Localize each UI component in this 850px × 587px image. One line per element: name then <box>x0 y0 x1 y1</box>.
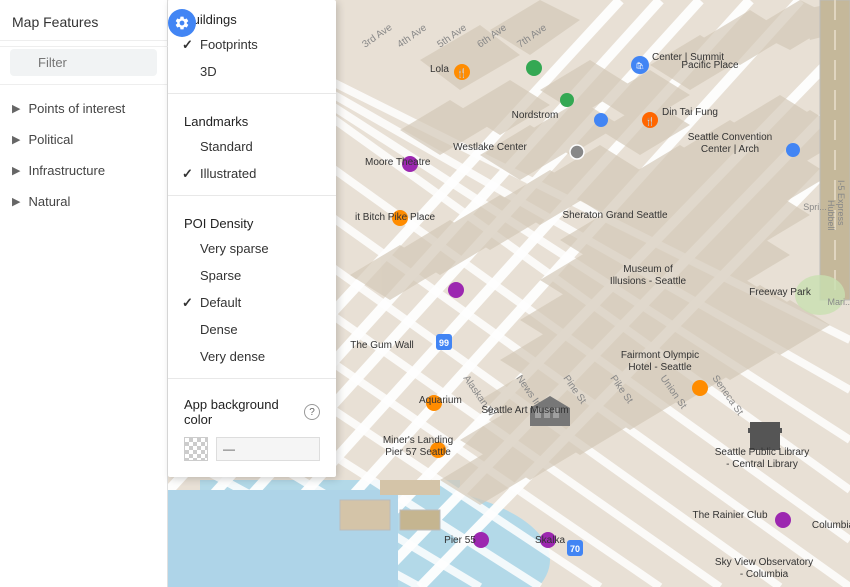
svg-text:Hotel - Seattle: Hotel - Seattle <box>628 362 692 373</box>
svg-text:Mari...: Mari... <box>827 297 850 307</box>
check-icon: ✓ <box>182 295 193 311</box>
svg-text:Hubbell: Hubbell <box>826 200 836 231</box>
svg-text:Seattle Convention: Seattle Convention <box>688 132 773 143</box>
footprints-label: Footprints <box>200 37 258 52</box>
divider-3 <box>168 378 336 379</box>
gear-icon <box>174 15 190 31</box>
svg-text:Seattle Public Library: Seattle Public Library <box>715 447 810 458</box>
nav-list: ▶ Points of interest ▶ Political ▶ Infra… <box>0 85 167 225</box>
sparse-menu-item[interactable]: Sparse <box>168 262 336 289</box>
svg-text:Museum of: Museum of <box>623 264 673 275</box>
divider-2 <box>168 195 336 196</box>
sidebar-item-label: Political <box>28 132 73 147</box>
svg-text:Lola: Lola <box>430 64 449 75</box>
check-icon: ✓ <box>182 166 193 182</box>
svg-text:Westlake Center: Westlake Center <box>453 142 527 153</box>
svg-text:Nordstrom: Nordstrom <box>512 110 559 121</box>
3d-label: 3D <box>200 64 217 79</box>
color-value: — <box>223 442 235 456</box>
svg-text:Sky View Observatory: Sky View Observatory <box>715 557 813 568</box>
svg-text:70: 70 <box>570 544 580 554</box>
check-icon: ✓ <box>182 37 193 53</box>
footprints-menu-item[interactable]: ✓ Footprints <box>168 31 336 58</box>
svg-text:The Rainier Club: The Rainier Club <box>692 510 767 521</box>
standard-menu-item[interactable]: Standard <box>168 133 336 160</box>
chevron-right-icon: ▶ <box>12 102 20 115</box>
filter-bar: ☰ <box>0 41 167 85</box>
svg-text:Pier 57 Seattle: Pier 57 Seattle <box>385 447 451 458</box>
very-dense-menu-item[interactable]: Very dense <box>168 343 336 370</box>
gear-button[interactable] <box>168 9 196 37</box>
poi-density-section-label: POI Density <box>168 204 336 235</box>
svg-text:99: 99 <box>439 338 449 348</box>
svg-text:Illusions - Seattle: Illusions - Seattle <box>610 276 687 287</box>
sidebar-title: Map Features <box>12 14 98 30</box>
svg-text:🍴: 🍴 <box>456 67 467 79</box>
svg-text:Miner's Landing: Miner's Landing <box>383 435 453 446</box>
app-bg-label: App background color <box>184 397 298 427</box>
sidebar-item-infrastructure[interactable]: ▶ Infrastructure <box>0 155 167 186</box>
standard-label: Standard <box>200 139 253 154</box>
default-label: Default <box>200 295 241 310</box>
chevron-right-icon: ▶ <box>12 195 20 208</box>
color-value-box[interactable]: — <box>216 437 320 461</box>
very-dense-label: Very dense <box>200 349 265 364</box>
default-menu-item[interactable]: ✓ Default <box>168 289 336 316</box>
svg-text:🍴: 🍴 <box>645 116 655 126</box>
svg-text:Fairmont Olympic: Fairmont Olympic <box>621 350 699 361</box>
3d-menu-item[interactable]: 3D <box>168 58 336 85</box>
svg-text:Columbia: Columbia <box>812 520 850 531</box>
svg-text:Sheraton Grand Seattle: Sheraton Grand Seattle <box>562 210 668 221</box>
svg-text:Pier 55: Pier 55 <box>444 535 476 546</box>
svg-text:Center | Arch: Center | Arch <box>701 144 759 155</box>
very-sparse-menu-item[interactable]: Very sparse <box>168 235 336 262</box>
svg-text:Aquarium: Aquarium <box>419 395 462 406</box>
sidebar-header: Map Features <box>0 0 167 41</box>
svg-text:I-5 Express: I-5 Express <box>836 180 846 226</box>
sparse-label: Sparse <box>200 268 241 283</box>
sidebar-item-label: Natural <box>28 194 70 209</box>
svg-text:Moore Theatre: Moore Theatre <box>365 157 431 168</box>
very-sparse-label: Very sparse <box>200 241 269 256</box>
svg-text:- Columbia: - Columbia <box>740 569 789 580</box>
help-icon[interactable]: ? <box>304 404 320 420</box>
svg-text:Freeway Park: Freeway Park <box>749 287 812 298</box>
svg-text:The Gum Wall: The Gum Wall <box>350 340 414 351</box>
checker-box[interactable] <box>184 437 208 461</box>
svg-text:Pacific Place: Pacific Place <box>681 60 739 71</box>
illustrated-menu-item[interactable]: ✓ Illustrated <box>168 160 336 187</box>
svg-text:Spri...: Spri... <box>803 202 827 212</box>
svg-text:it Bitch Pike Place: it Bitch Pike Place <box>355 212 435 223</box>
dense-label: Dense <box>200 322 238 337</box>
chevron-right-icon: ▶ <box>12 133 20 146</box>
svg-text:Skalka: Skalka <box>535 535 565 546</box>
app-bg-section: App background color ? <box>168 387 336 437</box>
sidebar: Map Features ☰ ▶ Points of interest ▶ Po… <box>0 0 168 587</box>
landmarks-section-label: Landmarks <box>168 102 336 133</box>
svg-text:Din Tai Fung: Din Tai Fung <box>662 107 718 118</box>
sidebar-item-label: Points of interest <box>28 101 125 116</box>
sidebar-item-natural[interactable]: ▶ Natural <box>0 186 167 217</box>
chevron-right-icon: ▶ <box>12 164 20 177</box>
svg-text:🛍: 🛍 <box>636 61 645 70</box>
sidebar-item-political[interactable]: ▶ Political <box>0 124 167 155</box>
svg-text:Seattle Art Museum: Seattle Art Museum <box>481 405 568 416</box>
svg-text:- Central Library: - Central Library <box>726 459 798 470</box>
color-swatch-area: — <box>168 437 336 469</box>
illustrated-label: Illustrated <box>200 166 256 181</box>
divider-1 <box>168 93 336 94</box>
sidebar-item-label: Infrastructure <box>28 163 105 178</box>
dropdown-panel: Buildings ✓ Footprints 3D Landmarks Stan… <box>168 0 336 477</box>
sidebar-item-poi[interactable]: ▶ Points of interest <box>0 93 167 124</box>
dense-menu-item[interactable]: Dense <box>168 316 336 343</box>
filter-input[interactable] <box>10 49 157 76</box>
